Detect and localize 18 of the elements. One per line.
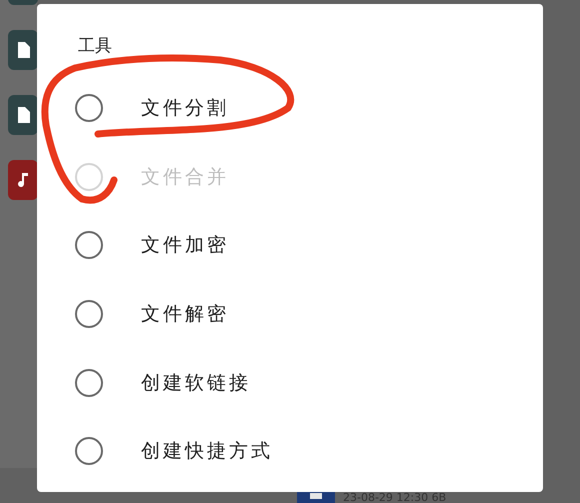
file-tile[interactable] (8, 160, 38, 200)
document-icon (16, 42, 30, 58)
option-label[interactable]: 文件加密 (141, 232, 229, 258)
radio-button[interactable] (75, 231, 103, 260)
option-label[interactable]: 文件解密 (141, 301, 229, 328)
document-icon (310, 493, 322, 499)
radio-button[interactable] (75, 437, 103, 466)
music-note-icon (17, 172, 29, 188)
dialog-title: 工具 (78, 35, 113, 58)
radio-button[interactable] (75, 300, 103, 328)
file-tile[interactable] (8, 30, 38, 70)
option-label[interactable]: 创建快捷方式 (141, 438, 273, 464)
radio-button[interactable] (75, 94, 103, 122)
radio-button[interactable] (75, 368, 103, 397)
file-tile[interactable] (8, 95, 38, 135)
option-label[interactable]: 创建软链接 (141, 370, 251, 396)
option-label[interactable]: 文件分割 (141, 95, 229, 122)
document-icon (16, 107, 30, 123)
